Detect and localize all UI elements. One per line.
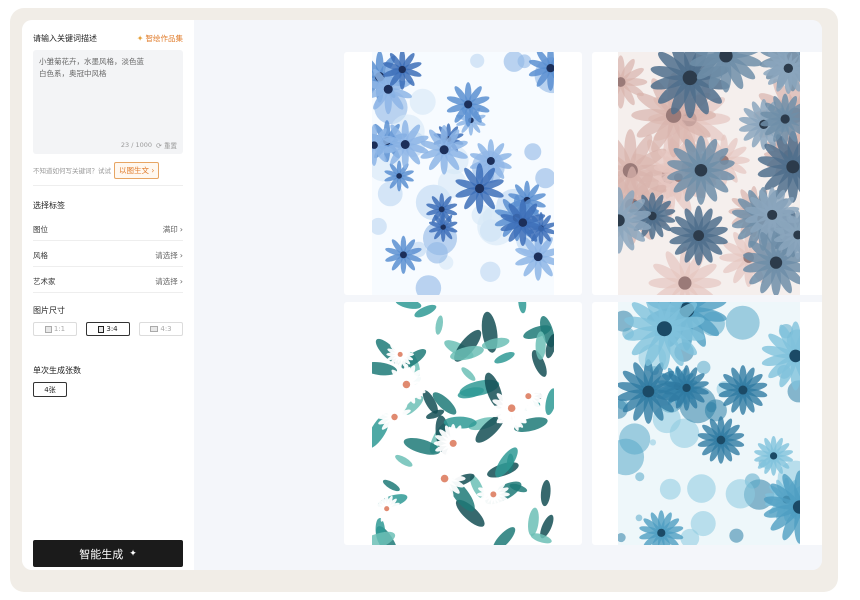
tag-value: 请选择 › [155,276,183,287]
ratio-label: 4:3 [160,325,172,333]
tag-label: 图位 [33,224,48,234]
ratio-3-4-button[interactable]: 3:4 [86,322,130,336]
tag-label: 艺术家 [33,276,56,286]
paint-splash [659,478,681,500]
divider [33,185,183,186]
paint-splash [470,53,485,68]
refresh-icon: ⟳ [156,142,162,150]
result-card[interactable] [592,52,822,295]
ratio-icon [44,325,52,333]
gallery-link[interactable]: ✦ 智绘作品集 [137,33,183,44]
image-to-text-label: 以图生文 [119,165,149,175]
generate-button[interactable]: 智能生成 ✦ [33,540,183,567]
daisy-shape [372,494,401,523]
chevron-right-icon: › [179,224,183,234]
ratio-icon [98,325,105,333]
result-gallery [194,20,822,570]
reset-button[interactable]: ⟳ 重置 [156,140,177,150]
count-option-button[interactable]: 4张 [33,382,67,397]
teal-leaf-daisy-image [372,302,554,545]
ratio-label: 1:1 [53,325,66,333]
paint-splash [480,261,501,282]
tag-row-position[interactable]: 图位 满印 › [33,221,183,237]
hint-row: 不知道如何写关键词？试试 以图生文 › [33,161,183,179]
reset-label: 重置 [164,142,177,150]
prompt-input[interactable]: 小雏菊花卉，水墨风格，淡色蓝白色系，奥冠中风格 23 / 1000 ⟳ 重置 [33,50,183,154]
ratio-1-1-button[interactable]: 1:1 [33,322,77,336]
sparkle-icon: ✦ [136,33,144,43]
sparkle-icon: ✦ [129,548,137,559]
tag-label: 风格 [33,250,48,260]
tags-title: 选择标签 [33,201,65,210]
ratio-icon [150,326,159,332]
chevron-right-icon: › [151,165,155,175]
tag-value-text: 请选择 [155,250,178,260]
gray-blue-daisy-image [618,52,800,295]
tag-value-text: 请选择 [155,276,178,286]
tag-row-artist[interactable]: 艺术家 请选择 › [33,273,183,289]
daisy-shape [476,477,510,511]
result-card[interactable] [344,302,582,545]
paint-splash [635,472,645,482]
prompt-text: 小雏菊花卉，水墨风格，淡色蓝白色系，奥冠中风格 [39,57,144,78]
chevron-right-icon: › [179,250,183,260]
char-counter: 23 / 1000 [120,141,153,149]
paint-splash [725,479,756,509]
paint-splash [409,88,436,115]
prompt-label: 请输入关键词描述 [33,33,97,43]
paint-splash [635,514,643,522]
paint-splash [725,305,760,340]
daisy-shape [511,379,545,413]
ratio-4-3-button[interactable]: 4:3 [139,322,183,336]
paint-splash [619,423,651,455]
prompt-footer: 23 / 1000 ⟳ 重置 [121,140,177,150]
size-title: 图片尺寸 [33,306,65,315]
divider [33,266,183,267]
app-window: 请输入关键词描述 ✦ 智绘作品集 小雏菊花卉，水墨风格，淡色蓝白色系，奥冠中风格… [22,20,822,570]
tag-value-text: 满印 [162,224,178,234]
image-to-text-button[interactable]: 以图生文 › [114,161,160,179]
paint-splash [729,528,744,543]
paint-splash [706,401,717,413]
tag-value: 请选择 › [155,250,183,261]
daisy-shape [385,363,428,406]
divider [33,292,183,293]
paint-splash [687,474,716,503]
divider [33,240,183,241]
tag-row-style[interactable]: 风格 请选择 › [33,247,183,263]
cyan-watercolor-daisy-image [618,302,800,545]
size-options: 1:1 3:4 4:3 [33,322,183,336]
gallery-link-label: 智绘作品集 [145,33,184,43]
count-title: 单次生成张数 [33,366,81,375]
tag-value: 满印 › [163,224,183,235]
paint-splash [524,143,542,161]
paint-splash [649,439,657,446]
chevron-right-icon: › [179,276,183,286]
paint-splash [696,360,711,375]
settings-panel: 请输入关键词描述 ✦ 智绘作品集 小雏菊花卉，水墨风格，淡色蓝白色系，奥冠中风格… [22,20,194,570]
generate-label: 智能生成 [79,547,124,561]
daisy-shape [433,423,473,463]
result-card[interactable] [344,52,582,295]
result-card[interactable] [592,302,822,545]
daisy-shape [423,457,466,500]
ratio-label: 3:4 [106,325,118,333]
daisy-shape [386,340,415,369]
prompt-header: 请输入关键词描述 ✦ 智绘作品集 [33,31,183,45]
paint-splash [426,241,448,264]
blue-daisy-image [372,52,554,295]
hint-text: 不知道如何写关键词？试试 [33,167,111,175]
